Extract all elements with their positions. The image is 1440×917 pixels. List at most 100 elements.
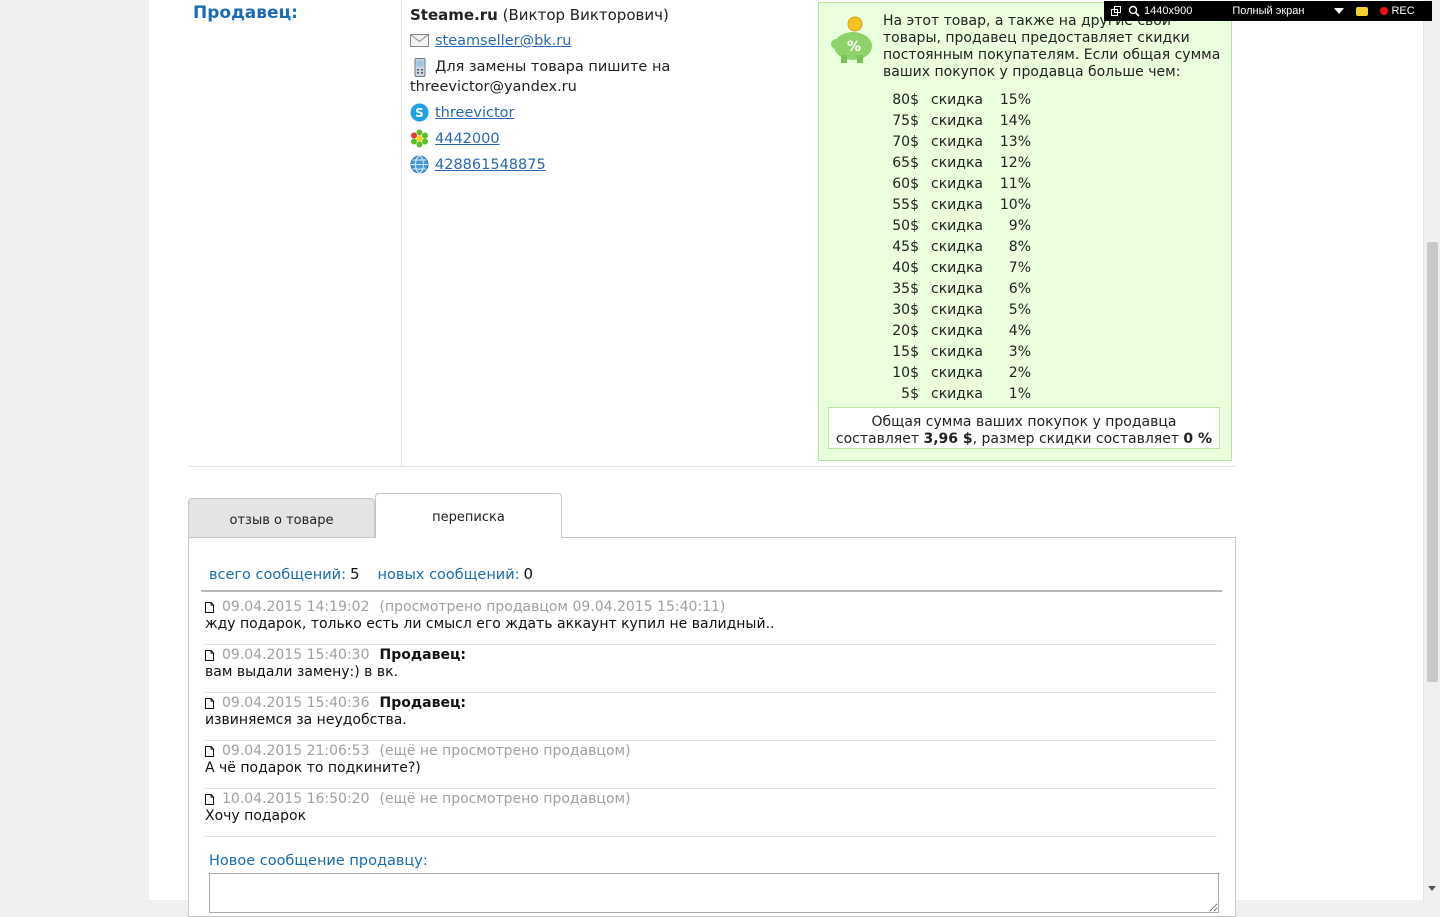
- message-date: 09.04.2015 15:40:30: [222, 647, 370, 663]
- message-author: Продавец:: [379, 647, 466, 663]
- seller-contacts: Steame.ru (Виктор Викторович) steamselle…: [410, 5, 810, 175]
- discount-row: 30$ скидка 5%: [879, 299, 1031, 320]
- message-text: жду подарок, только есть ли смысл его жд…: [205, 616, 775, 632]
- discount-amount: 45$: [892, 238, 919, 255]
- message-text: А чё подарок то подкините?): [205, 760, 421, 776]
- recorder-resolution: 1440x900: [1144, 5, 1193, 17]
- discount-amount: 20$: [892, 322, 919, 339]
- discount-label: скидка: [931, 154, 983, 171]
- message-item: 09.04.2015 15:40:30 Продавец: вам выдали з…: [205, 645, 1217, 693]
- discount-percent: 5%: [1008, 301, 1031, 318]
- total-amount: 3,96 $: [923, 431, 973, 447]
- skype-link[interactable]: threevictor: [435, 103, 514, 123]
- discount-table: 80$ скидка 15% 75$ скидка 14% 70$ скидка 13% 65$ с…: [879, 89, 1031, 404]
- scroll-down-arrow-icon[interactable]: [1428, 886, 1436, 891]
- record-button[interactable]: REC: [1391, 5, 1414, 17]
- discount-row: 20$ скидка 4%: [879, 320, 1031, 341]
- discount-amount: 80$: [892, 91, 919, 108]
- discount-percent: 9%: [1008, 217, 1031, 234]
- discount-percent: 1%: [1008, 385, 1031, 402]
- window-icon[interactable]: [1110, 5, 1122, 17]
- total-middle: , размер скидки составляет: [972, 431, 1184, 447]
- seller-person-name: (Виктор Викторович): [497, 6, 669, 24]
- new-messages-label: новых сообщений:: [377, 567, 520, 583]
- seller-shop-name: Steame.ru: [410, 6, 498, 24]
- tab-review[interactable]: отзыв о товаре: [188, 498, 375, 542]
- recorder-mode[interactable]: Полный экран: [1232, 5, 1304, 17]
- icq-row: 4442000: [410, 129, 810, 149]
- discount-row: 70$ скидка 13%: [879, 131, 1031, 152]
- svg-text:S: S: [415, 106, 424, 120]
- discount-label: скидка: [931, 322, 983, 339]
- discount-amount: 50$: [892, 217, 919, 234]
- discount-amount: 75$: [892, 112, 919, 129]
- discount-label: скидка: [931, 364, 983, 381]
- total-line-2: составляет 3,96 $, размер скидки составл…: [829, 431, 1219, 448]
- webmoney-row: 428861548875: [410, 155, 810, 175]
- message-meta: 10.04.2015 16:50:20 (ещё не просмотрено п…: [205, 791, 1217, 808]
- scrollbar-thumb[interactable]: [1427, 242, 1438, 682]
- document-icon: [205, 602, 214, 613]
- seller-label: Продавец:: [193, 3, 298, 23]
- dropdown-arrow-icon[interactable]: [1334, 8, 1345, 14]
- message-item: 09.04.2015 21:06:53 (ещё не просмотрено п…: [205, 741, 1217, 789]
- message-item: 10.04.2015 16:50:20 (ещё не просмотрено п…: [205, 789, 1217, 837]
- discount-percent: 6%: [1008, 280, 1031, 297]
- discount-row: 80$ скидка 15%: [879, 89, 1031, 110]
- message-date: 09.04.2015 21:06:53: [222, 743, 370, 759]
- message-meta: 09.04.2015 15:40:30 Продавец:: [205, 647, 1217, 664]
- total-messages-count: 5: [350, 565, 360, 583]
- message-meta: 09.04.2015 21:06:53 (ещё не просмотрено п…: [205, 743, 1217, 760]
- message-counts: всего сообщений: 5 новых сообщений: 0: [209, 565, 551, 583]
- discount-label: скидка: [931, 196, 983, 213]
- discount-row: 40$ скидка 7%: [879, 257, 1031, 278]
- envelope-icon: [410, 31, 429, 50]
- discount-label: скидка: [931, 385, 983, 402]
- scrollbar[interactable]: [1423, 0, 1440, 900]
- total-discount: 0 %: [1183, 431, 1213, 447]
- discount-label: скидка: [931, 112, 983, 129]
- skype-icon: S: [410, 103, 429, 122]
- message-status: (ещё не просмотрено продавцом): [379, 791, 631, 807]
- discount-amount: 30$: [892, 301, 919, 318]
- document-icon: [205, 698, 214, 709]
- recorder-toolbar: 1440x900 Полный экран REC: [1104, 1, 1432, 21]
- message-status: (ещё не просмотрено продавцом): [379, 743, 631, 759]
- discount-amount: 10$: [892, 364, 919, 381]
- message-item: 09.04.2015 14:19:02 (просмотрено продавцо…: [205, 597, 1217, 645]
- skype-row: S threevictor: [410, 103, 810, 123]
- discount-label: скидка: [931, 301, 983, 318]
- phone-row: Для замены товара пишите на threevictor@…: [410, 57, 810, 97]
- discount-percent: 8%: [1008, 238, 1031, 255]
- message-text: вам выдали замену:) в вк.: [205, 664, 399, 680]
- discount-label: скидка: [931, 91, 983, 108]
- discount-row: 35$ скидка 6%: [879, 278, 1031, 299]
- discount-percent: 12%: [999, 154, 1031, 171]
- message-list: 09.04.2015 14:19:02 (просмотрено продавцо…: [205, 597, 1217, 837]
- total-line-1: Общая сумма ваших покупок у продавца: [871, 414, 1177, 430]
- discount-label: скидка: [931, 259, 983, 276]
- discount-amount: 40$: [892, 259, 919, 276]
- discount-percent: 3%: [1008, 343, 1031, 360]
- zoom-icon[interactable]: [1128, 5, 1140, 17]
- icq-link[interactable]: 4442000: [435, 129, 500, 149]
- message-author: Продавец:: [379, 695, 466, 711]
- section-divider: [188, 466, 1235, 467]
- discount-percent: 11%: [999, 175, 1031, 192]
- mobile-phone-icon: [410, 57, 429, 77]
- message-meta: 09.04.2015 14:19:02 (просмотрено продавцо…: [205, 599, 1217, 616]
- discount-amount: 70$: [892, 133, 919, 150]
- piggy-bank-icon: %: [831, 16, 872, 63]
- purchase-total-box: Общая сумма ваших покупок у продавца сос…: [828, 407, 1220, 449]
- seller-email-link[interactable]: steamseller@bk.ru: [435, 31, 571, 51]
- camera-icon[interactable]: [1356, 6, 1369, 16]
- new-message-input[interactable]: [209, 873, 1219, 913]
- discount-row: 60$ скидка 11%: [879, 173, 1031, 194]
- discount-row: 5$ скидка 1%: [879, 383, 1031, 404]
- icq-flower-icon: [410, 129, 429, 148]
- discount-row: 75$ скидка 14%: [879, 110, 1031, 131]
- discount-amount: 15$: [892, 343, 919, 360]
- webmoney-link[interactable]: 428861548875: [435, 155, 546, 175]
- tab-correspondence[interactable]: переписка: [375, 493, 562, 538]
- discount-percent: 4%: [1008, 322, 1031, 339]
